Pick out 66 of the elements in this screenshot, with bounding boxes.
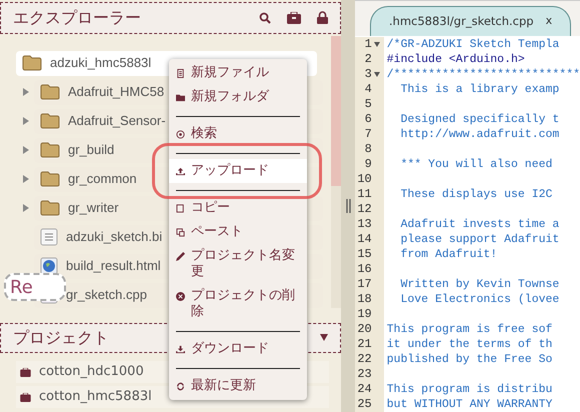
menu-label: プロジェクト名変更 [191, 248, 296, 280]
line-number: 11 [357, 187, 372, 202]
code-line: Designed specifically t [400, 113, 560, 126]
item-label: adzuki_hmc5883l [50, 54, 152, 72]
code-line: These displays use I2C [400, 188, 552, 201]
line-number: 15 [357, 247, 372, 262]
line-number: 21 [357, 337, 372, 352]
code-line: please support Adafruit [400, 233, 560, 246]
menu-label: ダウンロード [191, 341, 269, 357]
panel-title: プロジェクト [13, 326, 109, 349]
item-label: gr_common [68, 170, 137, 188]
line-number: 14 [357, 232, 372, 247]
line-number: 18 [357, 292, 372, 307]
code-line: /*************************** [386, 68, 580, 81]
line-number: 17 [357, 277, 372, 292]
line-number: 16 [357, 262, 372, 277]
line-number: 25 [357, 397, 372, 412]
line-number: 4 [364, 82, 372, 97]
menu-label: 新規フォルダ [191, 89, 269, 105]
code-line: but WITHOUT ANY WARRANTY [386, 398, 552, 411]
line-number: 2 [364, 52, 372, 67]
line-number: 20 [357, 322, 372, 337]
code-line: /*GR-ADZUKI Sketch Templa [386, 38, 560, 51]
code-line: This program is distribu [386, 383, 552, 396]
line-number: 8 [364, 142, 372, 157]
menu-label: アップロード [191, 163, 269, 179]
menu-label: ペースト [191, 224, 243, 240]
line-number: 24 [357, 382, 372, 397]
code-line: from Adafruit! [400, 248, 498, 261]
menu-label: プロジェクトの削除 [191, 288, 296, 320]
code-line: Adafruit invests time a [400, 218, 560, 231]
line-number: 23 [357, 367, 372, 382]
item-label: gr_sketch.cpp [66, 286, 147, 304]
line-number: 19 [357, 307, 372, 322]
line-number: 9 [364, 157, 372, 172]
code-line: This is a library examp [400, 83, 560, 96]
item-label: build_result.html [66, 257, 161, 276]
line-number: 10 [357, 172, 372, 187]
code-line: This program is free sof [386, 323, 552, 336]
line-number: 5 [364, 97, 372, 112]
code-line: published by the Free So [386, 353, 552, 366]
line-number: 13 [357, 217, 372, 232]
menu-label: コピー [191, 200, 230, 216]
code-line: Love Electronics (lovee [400, 293, 560, 306]
code-line: it under the terms of th [386, 338, 552, 351]
panel-title: エクスプローラー [13, 6, 142, 29]
item-label: cotton_hdc1000 [39, 363, 144, 382]
line-number: 1 [364, 37, 372, 52]
line-number: 22 [357, 352, 372, 367]
tooltip-text: Re [10, 276, 33, 300]
code-line: *** You will also need [400, 158, 552, 171]
line-number: 6 [364, 112, 372, 127]
menu-label: 検索 [191, 126, 217, 142]
item-label: gr_build [68, 141, 114, 160]
tab-label: .hmc5883l/gr_sketch.cpp [389, 12, 534, 30]
item-label: Adafruit_Sensor- [68, 112, 166, 130]
item-label: gr_writer [68, 199, 119, 218]
line-number: 3 [364, 67, 372, 82]
item-label: cotton_hmc5883l [39, 388, 152, 406]
code-line: Written by Kevin Townse [400, 278, 560, 291]
item-label: adzuki_sketch.bi [66, 228, 162, 246]
code-line: http://www.adafruit.com [400, 128, 560, 141]
item-label: Adafruit_HMC58 [68, 83, 164, 102]
line-number: 7 [364, 127, 372, 142]
line-number: 12 [357, 202, 372, 217]
code-line: #include <Arduino.h> [386, 53, 525, 66]
